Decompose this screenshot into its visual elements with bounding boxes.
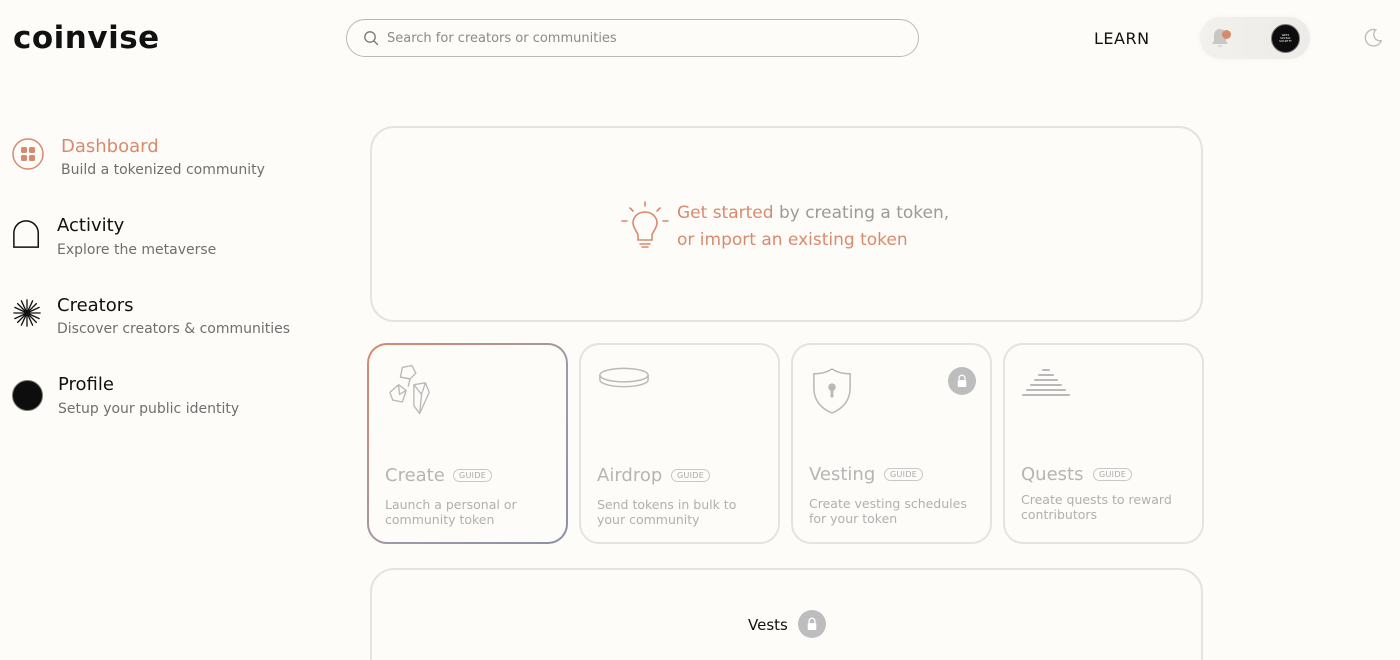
ring-icon	[599, 367, 649, 388]
get-started-rest: by creating a token,	[773, 203, 950, 223]
create-card[interactable]: Create GUIDE Launch a personal or commun…	[367, 343, 568, 544]
vests-title: Vests	[748, 616, 788, 634]
user-avatar[interactable]: ANTI SOCIAL SOCIETY	[1271, 24, 1300, 53]
card-description: Send tokens in bulk to your community	[597, 497, 737, 527]
lock-icon	[957, 374, 967, 387]
card-description: Create vesting schedules for your token	[809, 496, 967, 526]
starburst-icon	[13, 299, 41, 327]
sidebar-item-creators[interactable]: Creators Discover creators & communities	[12, 295, 302, 345]
grid-icon	[12, 138, 44, 170]
card-title: Create	[385, 465, 445, 486]
airdrop-card[interactable]: Airdrop GUIDE Send tokens in bulk to you…	[579, 343, 780, 544]
vests-panel: Vests	[370, 568, 1203, 660]
get-started-accent[interactable]: Get started	[677, 203, 774, 223]
coinvise-logo[interactable]: coinvise	[13, 22, 160, 54]
arch-icon	[13, 220, 39, 248]
sidebar-item-subtitle: Build a tokenized community	[61, 162, 265, 178]
sidebar-item-label: Dashboard	[61, 136, 159, 157]
card-description: Launch a personal or community token	[385, 497, 517, 527]
sidebar-item-label: Profile	[58, 374, 114, 395]
learn-link[interactable]: LEARN	[1094, 29, 1150, 48]
card-title: Airdrop	[597, 465, 663, 486]
sidebar-item-label: Creators	[57, 295, 134, 316]
sidebar-item-subtitle: Discover creators & communities	[57, 321, 291, 337]
search-bar[interactable]	[346, 19, 919, 57]
notification-dot	[1222, 30, 1231, 39]
vesting-card[interactable]: Vesting GUIDE Create vesting schedules f…	[791, 343, 992, 544]
guide-badge[interactable]: GUIDE	[884, 468, 924, 481]
guide-badge[interactable]: GUIDE	[671, 469, 711, 482]
guide-badge[interactable]: GUIDE	[1093, 468, 1133, 481]
sidebar-item-dashboard[interactable]: Dashboard Build a tokenized community	[12, 136, 302, 186]
get-started-text: Get started by creating a token, or impo…	[677, 200, 949, 254]
quests-card[interactable]: Quests GUIDE Create quests to reward con…	[1003, 343, 1204, 544]
locked-badge	[798, 610, 826, 638]
shield-icon	[813, 368, 851, 414]
import-token-link[interactable]: or import an existing token	[677, 227, 949, 254]
get-started-panel: Get started by creating a token, or impo…	[370, 126, 1203, 322]
avatar-icon	[12, 380, 43, 411]
lock-icon	[807, 617, 817, 630]
locked-badge	[948, 367, 976, 395]
card-title: Vesting	[809, 464, 876, 485]
pyramid-icon	[1022, 369, 1070, 396]
card-title: Quests	[1021, 464, 1084, 485]
sidebar-item-label: Activity	[57, 215, 125, 236]
avatar-label: ANTI SOCIAL SOCIETY	[1279, 32, 1292, 44]
lightbulb-icon	[621, 201, 669, 248]
card-description: Create quests to reward contributors	[1021, 492, 1172, 522]
sidebar-item-activity[interactable]: Activity Explore the metaverse	[12, 215, 302, 265]
sidebar-item-profile[interactable]: Profile Setup your public identity	[12, 374, 302, 424]
sidebar-item-subtitle: Explore the metaverse	[57, 242, 217, 258]
crystals-icon	[389, 364, 430, 415]
search-input[interactable]	[387, 30, 887, 46]
search-icon	[364, 31, 379, 46]
sidebar-item-subtitle: Setup your public identity	[58, 401, 240, 417]
guide-badge[interactable]: GUIDE	[453, 469, 493, 482]
dark-mode-moon-icon[interactable]	[1362, 27, 1384, 49]
